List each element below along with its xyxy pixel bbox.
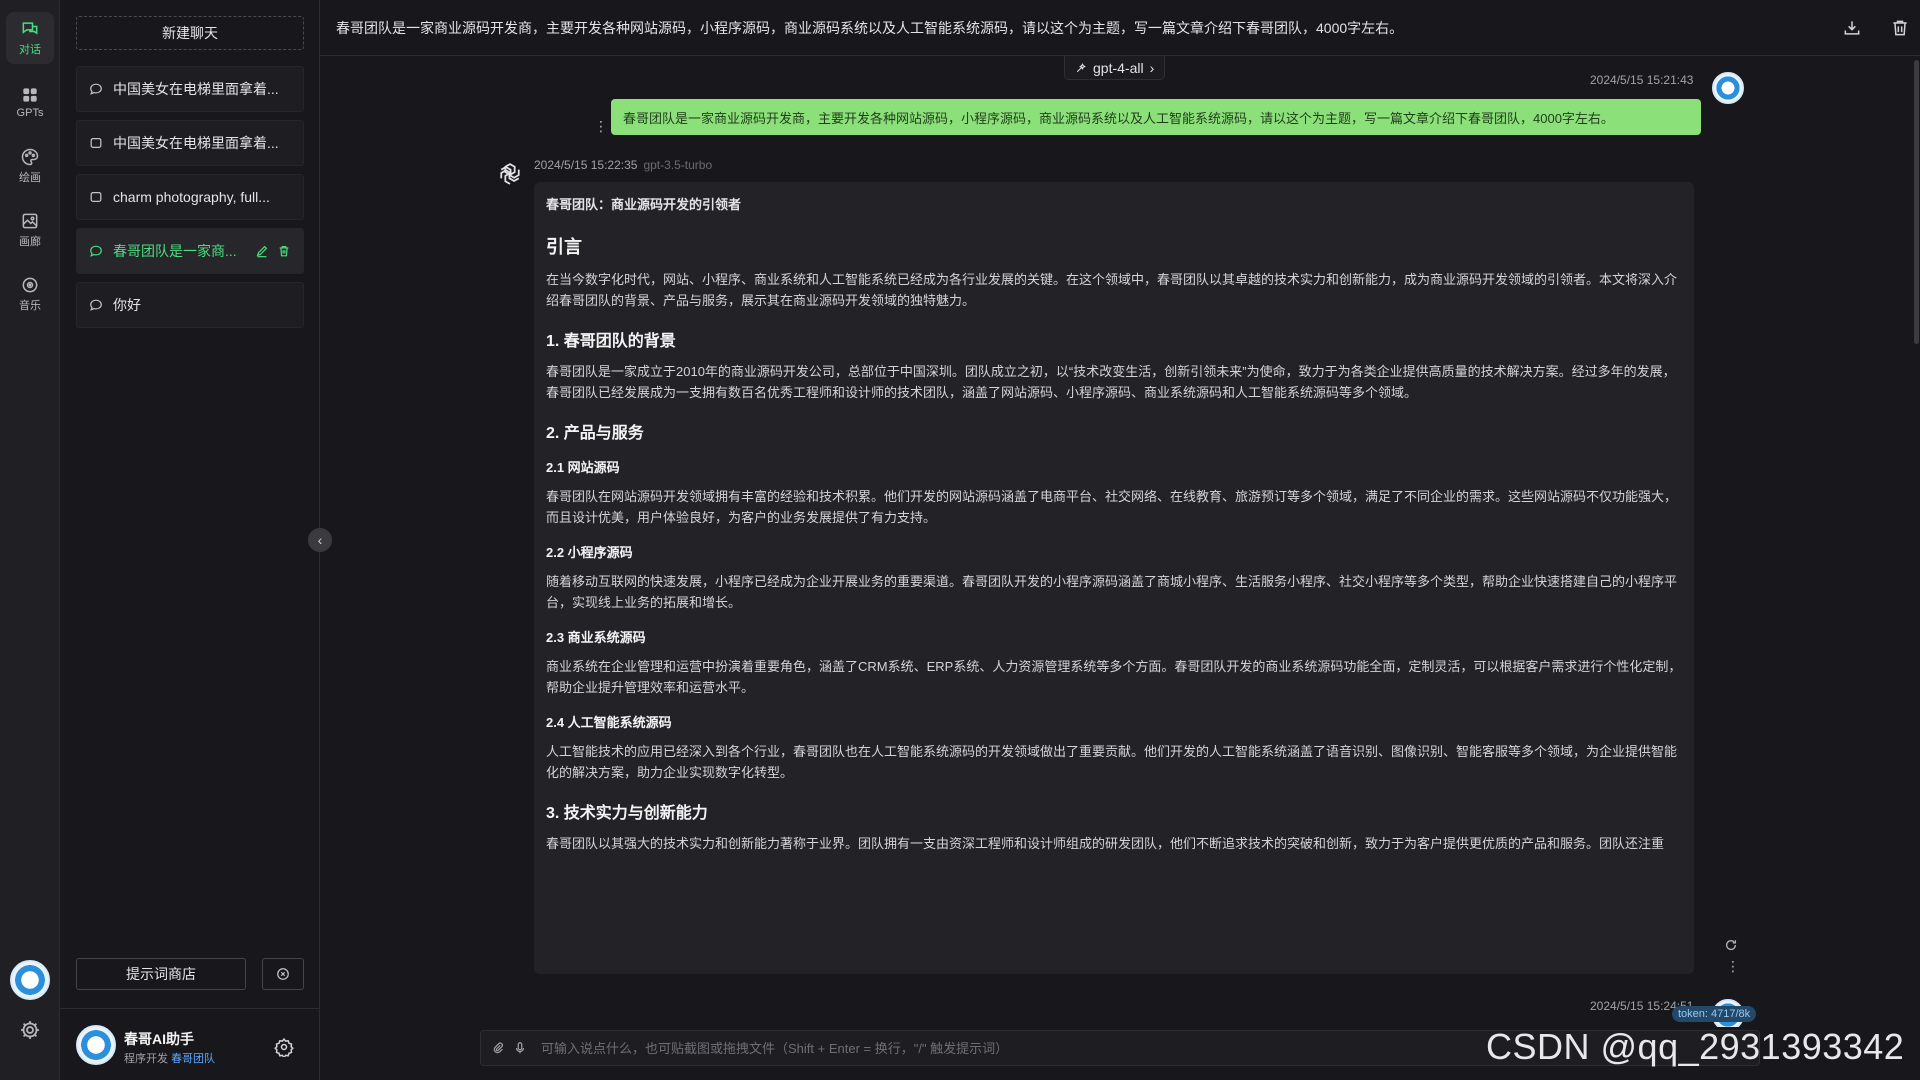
chat-bubble-icon bbox=[90, 299, 102, 311]
rail-label: 对话 bbox=[19, 44, 41, 56]
paragraph: 在当今数字化时代，网站、小程序、商业系统和人工智能系统已经成为各行业发展的关键。… bbox=[546, 272, 1678, 308]
chevron-right-icon: › bbox=[1149, 59, 1155, 76]
subsection-heading: 2.2 小程序源码 bbox=[546, 545, 633, 560]
chat-title: 春哥团队是一家商业源码开发商，主要开发各种网站源码，小程序源码，商业源码系统以及… bbox=[336, 19, 1404, 36]
user-message-bubble: 春哥团队是一家商业源码开发商，主要开发各种网站源码，小程序源码，商业源码系统以及… bbox=[611, 99, 1701, 135]
clear-button[interactable] bbox=[262, 958, 304, 990]
music-icon bbox=[22, 277, 38, 293]
new-chat-button[interactable]: 新建聊天 bbox=[76, 16, 304, 50]
paragraph: 春哥团队在网站源码开发领域拥有丰富的经验和技术积累。他们开发的网站源码涵盖了电商… bbox=[546, 489, 1678, 525]
download-icon[interactable] bbox=[1842, 18, 1862, 38]
subsection-heading: 2.4 人工智能系统源码 bbox=[546, 715, 672, 730]
paragraph: 人工智能技术的应用已经深入到各个行业，春哥团队也在人工智能系统源码的开发领域做出… bbox=[546, 744, 1678, 780]
chevron-left-icon: ‹ bbox=[317, 532, 323, 548]
paragraph: 商业系统在企业管理和运营中扮演着重要角色，涵盖了CRM系统、ERP系统、人力资源… bbox=[546, 659, 1682, 695]
sparkle-icon bbox=[1076, 62, 1086, 72]
conversation-item[interactable]: 中国美女在电梯里面拿着... bbox=[76, 120, 304, 166]
rail-label: GPTs bbox=[16, 107, 44, 119]
scrollbar[interactable] bbox=[1914, 60, 1919, 344]
assistant-message-meta: 2024/5/15 15:22:35 gpt-3.5-turbo bbox=[534, 158, 712, 172]
rail-label: 音乐 bbox=[19, 300, 41, 312]
image-chat-icon bbox=[90, 192, 102, 202]
palette-icon bbox=[21, 148, 39, 166]
assistant-message-time: 2024/5/15 15:22:35 bbox=[534, 158, 638, 172]
openai-logo-icon bbox=[500, 163, 520, 185]
chat-main: 春哥团队是一家商业源码开发商，主要开发各种网站源码，小程序源码，商业源码系统以及… bbox=[320, 0, 1920, 1080]
settings-icon[interactable] bbox=[18, 1018, 42, 1042]
conversation-title: 你好 bbox=[113, 297, 141, 313]
paragraph: 春哥团队是一家成立于2010年的商业源码开发公司，总部位于中国深圳。团队成立之初… bbox=[546, 364, 1676, 400]
model-selector-label: gpt-4-all bbox=[1093, 59, 1144, 76]
rail-item-music[interactable]: 音乐 bbox=[6, 268, 54, 320]
section-heading: 2. 产品与服务 bbox=[546, 425, 644, 442]
profile-subtitle-prefix: 程序开发 bbox=[124, 1053, 168, 1065]
chat-icon bbox=[22, 22, 38, 35]
collapse-sidebar-button[interactable]: ‹ bbox=[308, 528, 332, 552]
gear-icon[interactable] bbox=[274, 1037, 294, 1057]
conversation-sidebar: 新建聊天 中国美女在电梯里面拿着... 中国美女在电梯里面拿着... charm… bbox=[60, 0, 320, 1080]
rail-label: 绘画 bbox=[19, 172, 41, 184]
conversation-title: 中国美女在电梯里面拿着... bbox=[113, 81, 279, 97]
image-chat-icon bbox=[90, 138, 102, 148]
conversation-item[interactable]: charm photography, full... bbox=[76, 174, 304, 220]
assistant-model-name: gpt-3.5-turbo bbox=[643, 158, 713, 172]
more-options-icon[interactable]: ⋮ bbox=[594, 118, 608, 134]
subsection-heading: 2.1 网站源码 bbox=[546, 460, 620, 475]
profile-name: 春哥AI助手 bbox=[124, 1031, 194, 1047]
user-message-time: 2024/5/15 15:21:43 bbox=[1590, 73, 1694, 87]
microphone-icon[interactable] bbox=[513, 1041, 527, 1055]
paragraph: 春哥团队以其强大的技术实力和创新能力著称于业界。团队拥有一支由资深工程师和设计师… bbox=[546, 836, 1665, 851]
chat-bubble-icon bbox=[90, 245, 102, 257]
user-profile: 春哥AI助手 程序开发 春哥团队 bbox=[60, 1008, 320, 1080]
conversation-title: charm photography, full... bbox=[113, 189, 270, 205]
profile-team-link[interactable]: 春哥团队 bbox=[171, 1053, 215, 1065]
rail-item-gpts[interactable]: GPTs bbox=[6, 76, 54, 128]
refresh-icon[interactable] bbox=[1724, 938, 1738, 952]
rail-label: 画廊 bbox=[19, 236, 41, 248]
image-icon bbox=[22, 213, 38, 229]
chat-header: 春哥团队是一家商业源码开发商，主要开发各种网站源码，小程序源码，商业源码系统以及… bbox=[320, 0, 1920, 56]
conversation-item-active[interactable]: 春哥团队是一家商... bbox=[76, 228, 304, 274]
section-heading: 引言 bbox=[546, 237, 582, 257]
close-circle-icon bbox=[277, 968, 289, 980]
assistant-message-body: 春哥团队：商业源码开发的引领者 引言 在当今数字化时代，网站、小程序、商业系统和… bbox=[534, 182, 1694, 974]
chat-bubble-icon bbox=[90, 83, 102, 95]
profile-subtitle: 程序开发 春哥团队 bbox=[124, 1050, 215, 1066]
conversation-title: 中国美女在电梯里面拿着... bbox=[113, 135, 279, 151]
prompt-store-button[interactable]: 提示词商店 bbox=[76, 958, 246, 990]
paragraph: 随着移动互联网的快速发展，小程序已经成为企业开展业务的重要渠道。春哥团队开发的小… bbox=[546, 574, 1678, 610]
avatar[interactable] bbox=[76, 1025, 116, 1065]
more-options-icon[interactable]: ⋮ bbox=[1726, 958, 1740, 974]
rail-item-gallery[interactable]: 画廊 bbox=[6, 204, 54, 256]
app-logo-avatar[interactable] bbox=[10, 960, 50, 1000]
rail-item-chat[interactable]: 对话 bbox=[6, 12, 54, 64]
model-selector[interactable]: gpt-4-all › bbox=[1064, 56, 1166, 80]
trash-icon[interactable] bbox=[1890, 18, 1910, 38]
section-heading: 1. 春哥团队的背景 bbox=[546, 333, 676, 350]
paperclip-icon[interactable] bbox=[491, 1041, 505, 1055]
grid-icon bbox=[23, 88, 37, 102]
watermark-text: CSDN @qq_2931393342 bbox=[1486, 1026, 1905, 1067]
section-heading: 3. 技术实力与创新能力 bbox=[546, 805, 708, 822]
edit-icon[interactable] bbox=[255, 244, 269, 258]
article-title: 春哥团队：商业源码开发的引领者 bbox=[546, 197, 742, 212]
user-avatar bbox=[1712, 72, 1744, 104]
conversation-item[interactable]: 中国美女在电梯里面拿着... bbox=[76, 66, 304, 112]
icon-rail: 对话 GPTs 绘画 画廊 音乐 bbox=[0, 0, 60, 1080]
token-usage-badge: token: 4717/8k bbox=[1672, 1006, 1757, 1022]
subsection-heading: 2.3 商业系统源码 bbox=[546, 630, 646, 645]
conversation-title: 春哥团队是一家商... bbox=[113, 243, 237, 259]
delete-icon[interactable] bbox=[277, 244, 291, 258]
rail-item-draw[interactable]: 绘画 bbox=[6, 140, 54, 192]
conversation-item[interactable]: 你好 bbox=[76, 282, 304, 328]
